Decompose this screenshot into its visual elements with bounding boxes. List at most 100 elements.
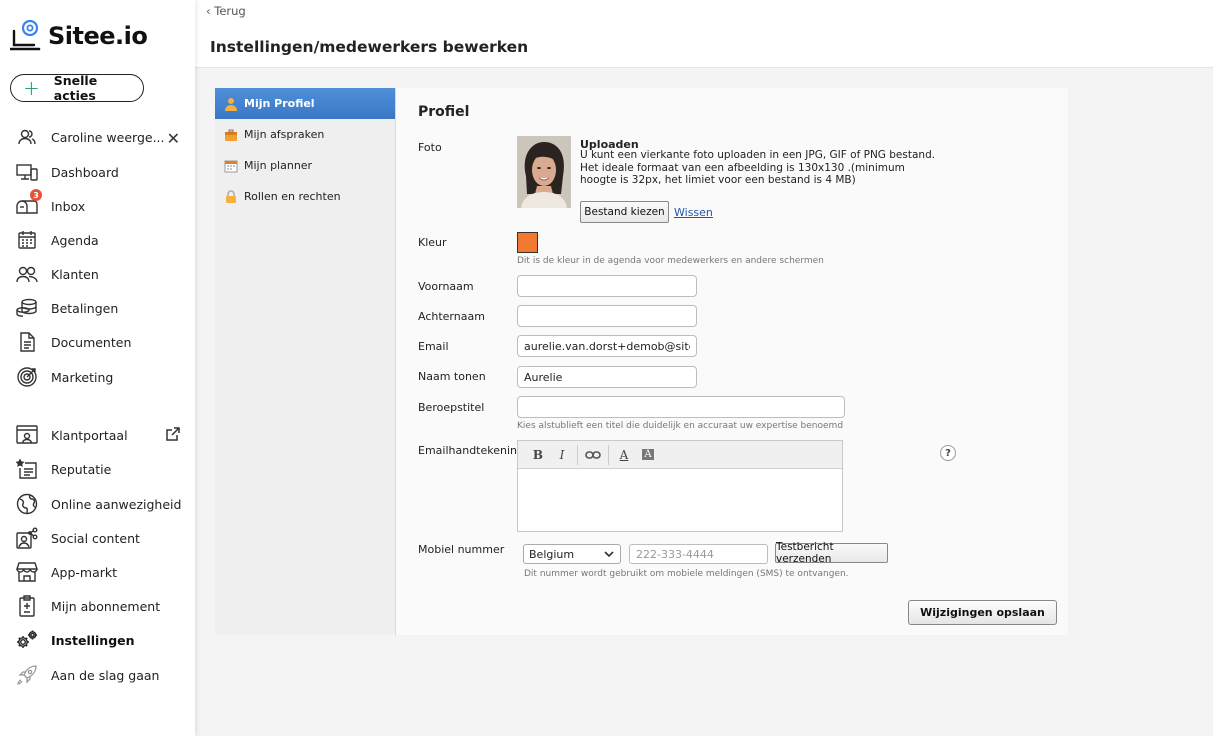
- sidebar-item-online-aanwezigheid[interactable]: Online aanwezigheid: [16, 492, 186, 516]
- gears-icon: [16, 629, 38, 651]
- sidebar-item-label: Klanten: [51, 266, 99, 282]
- editor-toolbar: B I A A: [518, 441, 842, 469]
- italic-icon[interactable]: I: [550, 445, 574, 465]
- close-icon[interactable]: ✕: [167, 129, 180, 148]
- signature-editor[interactable]: B I A A: [517, 440, 843, 532]
- sidebar-item-label: Marketing: [51, 369, 114, 385]
- sidebar-item-label: Inbox: [51, 198, 86, 214]
- sidebar-item-label: Dashboard: [51, 164, 119, 180]
- settings-menu: Mijn Profiel Mijn afspraken Mijn planner…: [215, 88, 396, 635]
- brand-logo[interactable]: Sitee.io: [9, 16, 148, 56]
- document-icon: [16, 331, 38, 353]
- sidebar-item-agenda[interactable]: Agenda: [16, 228, 186, 252]
- plus-icon: +: [23, 76, 40, 100]
- people-icon: [16, 263, 38, 285]
- text-color-icon[interactable]: A: [612, 445, 636, 465]
- person-icon: [224, 97, 238, 111]
- menu-item-label: Rollen en rechten: [244, 190, 341, 203]
- country-select[interactable]: Belgium: [523, 544, 621, 564]
- quick-actions-label: Snelle acties: [53, 73, 98, 103]
- sidebar-item-label: Online aanwezigheid: [51, 496, 182, 512]
- upload-description: U kunt een vierkante foto uploaden in ee…: [580, 149, 936, 186]
- back-link[interactable]: ‹ Terug: [206, 4, 246, 18]
- users-icon: [16, 126, 38, 148]
- menu-item-mijn-profiel[interactable]: Mijn Profiel: [215, 88, 395, 119]
- clipboard-icon: [16, 595, 38, 617]
- mailbox-icon: 3: [16, 189, 42, 217]
- quick-actions-button[interactable]: + Snelle acties: [10, 73, 144, 103]
- sidebar-item-app-markt[interactable]: App-markt: [16, 560, 186, 584]
- sidebar-item-dashboard[interactable]: Dashboard: [16, 160, 186, 184]
- sidebar-item-label: Reputatie: [51, 461, 112, 477]
- sidebar: Sitee.io + Snelle acties Caroline weerge…: [0, 0, 195, 736]
- sidebar-item-klanten[interactable]: Klanten: [16, 262, 186, 286]
- display-name-input[interactable]: [517, 366, 697, 388]
- sidebar-item-label: Caroline weerge...: [51, 129, 165, 145]
- sidebar-item-label: Documenten: [51, 334, 132, 350]
- sidebar-item-label: Agenda: [51, 232, 99, 248]
- inbox-count-badge: 3: [30, 189, 42, 201]
- remove-photo-link[interactable]: Wissen: [674, 206, 713, 219]
- sidebar-item-betalingen[interactable]: Betalingen: [16, 296, 186, 320]
- devices-icon: [16, 161, 38, 183]
- last-name-input[interactable]: [517, 305, 697, 327]
- job-title-input[interactable]: [517, 396, 845, 418]
- menu-item-rollen-en-rechten[interactable]: Rollen en rechten: [215, 181, 395, 212]
- sidebar-item-klantportaal[interactable]: Klantportaal: [16, 423, 186, 447]
- chevron-down-icon: [604, 549, 614, 562]
- phone-input[interactable]: [629, 544, 768, 564]
- sidebar-item-profile[interactable]: Caroline weerge... ✕: [16, 125, 186, 149]
- menu-item-label: Mijn planner: [244, 159, 313, 172]
- sidebar-item-label: Betalingen: [51, 300, 119, 316]
- section-title: Profiel: [418, 104, 470, 120]
- menu-item-label: Mijn afspraken: [244, 128, 325, 141]
- last-name-label: Achternaam: [418, 310, 485, 323]
- menu-item-mijn-planner[interactable]: Mijn planner: [215, 150, 395, 181]
- link-icon[interactable]: [581, 445, 605, 465]
- sidebar-item-aan-de-slag[interactable]: Aan de slag gaan: [16, 663, 186, 687]
- external-link-icon[interactable]: [166, 427, 180, 444]
- menu-item-mijn-afspraken[interactable]: Mijn afspraken: [215, 119, 395, 150]
- menu-item-label: Mijn Profiel: [244, 97, 315, 110]
- color-swatch[interactable]: [517, 232, 538, 253]
- sidebar-item-social-content[interactable]: Social content: [16, 526, 186, 550]
- color-label: Kleur: [418, 236, 447, 249]
- sidebar-item-label: Instellingen: [51, 632, 135, 648]
- first-name-input[interactable]: [517, 275, 697, 297]
- page-title: Instellingen/medewerkers bewerken: [210, 38, 529, 56]
- sidebar-item-inbox[interactable]: 3 Inbox: [16, 189, 186, 218]
- color-hint: Dit is de kleur in de agenda voor medewe…: [517, 256, 824, 266]
- background-color-icon[interactable]: A: [636, 445, 660, 465]
- briefcase-icon: [224, 128, 238, 142]
- profile-photo: [517, 136, 571, 208]
- back-label: Terug: [214, 4, 246, 18]
- job-title-label: Beroepstitel: [418, 401, 485, 414]
- photo-label: Foto: [418, 141, 442, 154]
- coins-icon: [16, 297, 38, 319]
- portal-icon: [16, 424, 38, 446]
- sidebar-item-reputatie[interactable]: Reputatie: [16, 457, 186, 481]
- toolbar-divider: [577, 444, 578, 465]
- sidebar-item-instellingen[interactable]: Instellingen: [16, 628, 186, 652]
- save-changes-button[interactable]: Wijzigingen opslaan: [908, 600, 1057, 625]
- brand-name: Sitee.io: [48, 22, 148, 50]
- store-icon: [16, 561, 38, 583]
- send-test-sms-button[interactable]: Testbericht verzenden: [775, 541, 888, 565]
- sidebar-item-label: Mijn abonnement: [51, 598, 161, 614]
- choose-file-button[interactable]: Bestand kiezen: [580, 201, 669, 223]
- chevron-left-icon: ‹: [206, 4, 211, 18]
- page-header: ‹ Terug Instellingen/medewerkers bewerke…: [195, 0, 1213, 68]
- share-image-icon: [16, 527, 38, 549]
- sidebar-item-label: Social content: [51, 530, 140, 546]
- sidebar-item-marketing[interactable]: Marketing: [16, 365, 186, 389]
- target-icon: [16, 366, 38, 388]
- calendar-icon: [224, 159, 238, 173]
- globe-icon: [16, 493, 38, 515]
- calendar-icon: [16, 229, 38, 251]
- sidebar-item-documenten[interactable]: Documenten: [16, 330, 186, 354]
- email-input[interactable]: [517, 335, 697, 357]
- bold-icon[interactable]: B: [526, 445, 550, 465]
- toolbar-divider: [608, 444, 609, 465]
- help-icon[interactable]: ?: [940, 445, 956, 461]
- sidebar-item-mijn-abonnement[interactable]: Mijn abonnement: [16, 594, 186, 618]
